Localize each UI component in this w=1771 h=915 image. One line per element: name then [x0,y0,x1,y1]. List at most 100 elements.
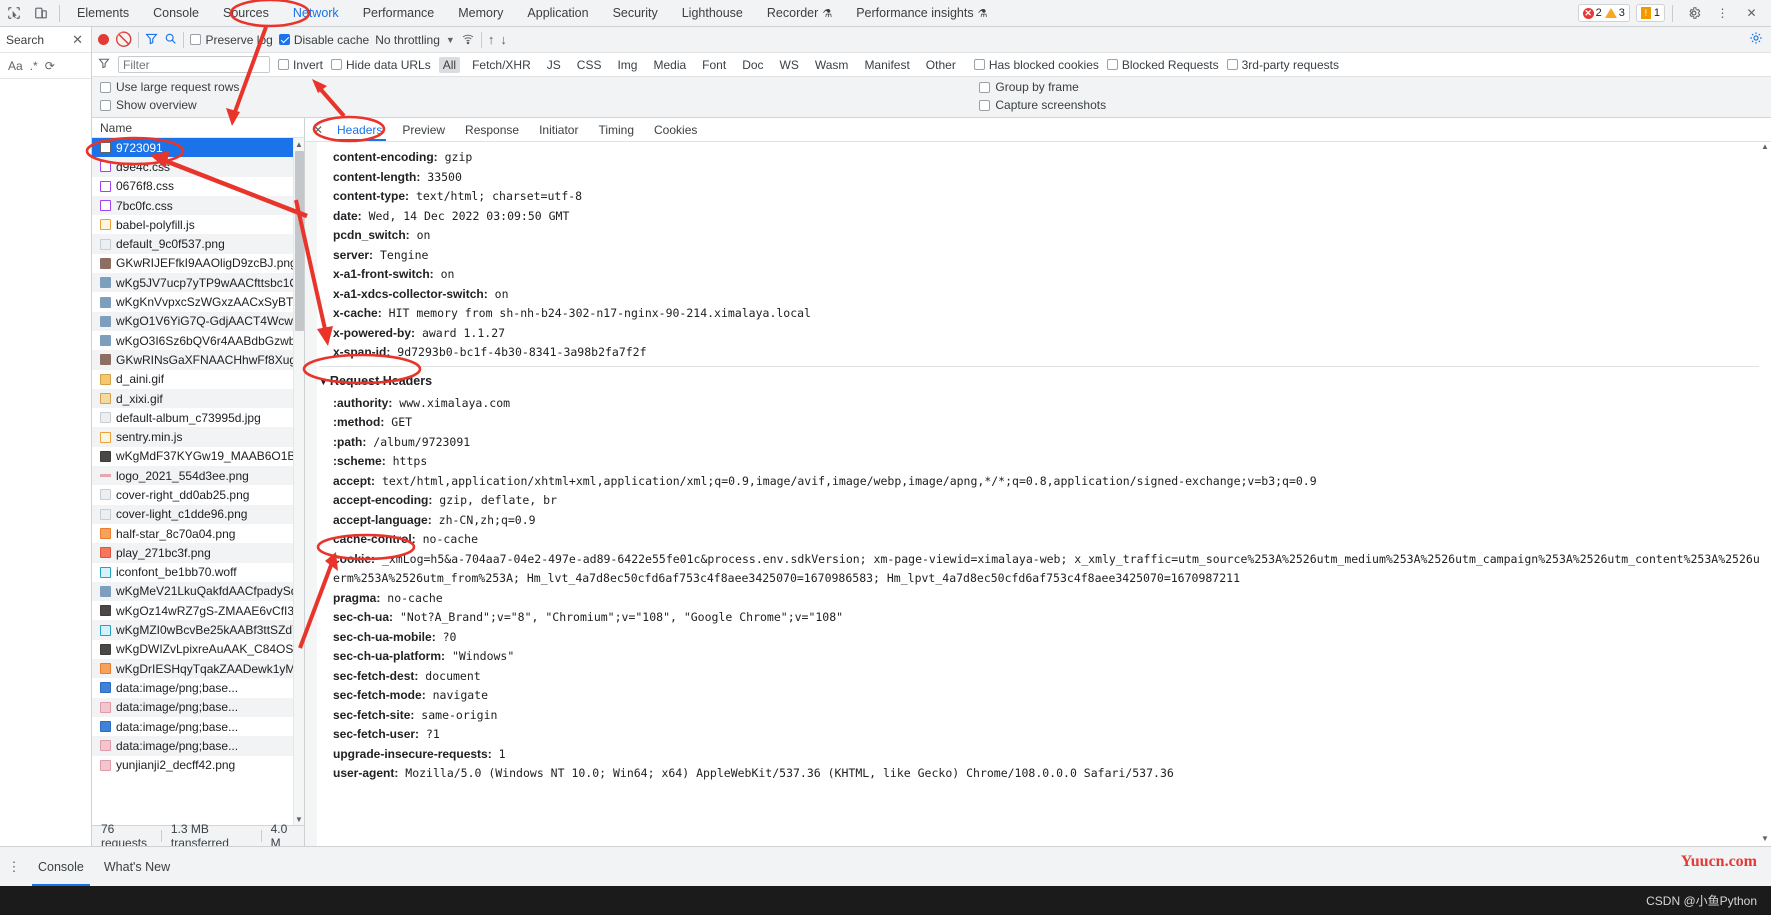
filter-funnel-icon[interactable] [98,57,110,72]
detail-tab-initiator[interactable]: Initiator [529,118,588,141]
detail-tab-headers[interactable]: Headers [327,118,392,141]
import-har-icon[interactable]: ↑ [488,32,495,47]
filter-type-manifest[interactable]: Manifest [860,57,913,73]
filter-type-js[interactable]: JS [543,57,565,73]
capture-screenshots-checkbox[interactable]: Capture screenshots [979,98,1106,112]
error-warning-counter[interactable]: ✕ 2 3 [1578,4,1630,22]
hide-data-urls-checkbox[interactable]: Hide data URLs [331,58,431,72]
record-button-icon[interactable] [98,34,109,45]
request-list-scrollbar[interactable]: ▲ ▼ [293,138,304,825]
tab-application[interactable]: Application [515,0,600,26]
search-icon[interactable] [164,32,177,48]
request-row[interactable]: data:image/png;base... [92,678,304,697]
kebab-menu-icon[interactable]: ⋮ [1709,0,1736,26]
request-row[interactable]: GKwRIJEFfkI9AAOligD9zcBJ.png!strip [92,254,304,273]
network-settings-gear-icon[interactable] [1749,31,1763,48]
request-row[interactable]: cover-right_dd0ab25.png [92,485,304,504]
detail-right-scrollbar[interactable]: ▲ ▼ [1759,142,1771,846]
disable-cache-checkbox[interactable]: Disable cache [279,33,369,47]
request-row[interactable]: iconfont_be1bb70.woff [92,563,304,582]
request-row[interactable]: d_aini.gif [92,370,304,389]
inspect-element-icon[interactable] [0,0,27,26]
request-row[interactable]: 0676f8.css [92,177,304,196]
request-row[interactable]: 7bc0fc.css [92,196,304,215]
filter-type-css[interactable]: CSS [573,57,606,73]
request-row[interactable]: wKgOz14wRZ7gS-ZMAAE6vCfI3XE34 [92,601,304,620]
request-row[interactable]: babel-polyfill.js [92,215,304,234]
export-har-icon[interactable]: ↓ [500,32,507,47]
request-row[interactable]: wKgO1V6YiG7Q-GdjAACT4Wcw6tc1. [92,312,304,331]
tab-performance-insights[interactable]: Performance insights ⚗ [844,0,999,26]
request-row[interactable]: default-album_c73995d.jpg [92,408,304,427]
tab-memory[interactable]: Memory [446,0,515,26]
detail-tab-timing[interactable]: Timing [588,118,644,141]
device-toolbar-icon[interactable] [27,0,54,26]
tab-network[interactable]: Network [281,0,351,26]
tab-sources[interactable]: Sources [211,0,281,26]
tab-elements[interactable]: Elements [65,0,141,26]
request-list[interactable]: 9723091d9e4c.css0676f8.css7bc0fc.cssbabe… [92,138,304,825]
request-row[interactable]: cover-light_c1dde96.png [92,505,304,524]
refresh-icon[interactable]: ⟳ [45,59,55,73]
request-row[interactable]: d9e4c.css [92,157,304,176]
request-row[interactable]: wKg5JV7ucp7yTP9wAACfttsbc1Q269 [92,273,304,292]
detail-tab-cookies[interactable]: Cookies [644,118,707,141]
filter-type-media[interactable]: Media [649,57,690,73]
tab-lighthouse[interactable]: Lighthouse [670,0,755,26]
invert-checkbox[interactable]: Invert [278,58,323,72]
filter-type-wasm[interactable]: Wasm [811,57,853,73]
detail-tab-response[interactable]: Response [455,118,529,141]
detail-scroll-up-icon[interactable]: ▲ [1759,142,1771,154]
headers-scroll-region[interactable]: content-encoding: gzipcontent-length: 33… [305,142,1771,846]
drawer-tab-whats-new[interactable]: What's New [94,847,180,886]
gear-icon[interactable] [1680,0,1707,26]
search-close-icon[interactable]: ✕ [72,32,83,48]
filter-type-doc[interactable]: Doc [738,57,767,73]
issues-counter[interactable]: ! 1 [1636,4,1665,22]
scroll-down-icon[interactable]: ▼ [294,813,304,825]
match-case-icon[interactable]: Aa [8,59,23,73]
request-row[interactable]: logo_2021_554d3ee.png [92,466,304,485]
filter-type-all[interactable]: All [439,57,460,73]
request-row[interactable]: half-star_8c70a04.png [92,524,304,543]
detail-tab-preview[interactable]: Preview [392,118,455,141]
request-row[interactable]: wKgDrIESHqyTqakZAADewk1yMt836 [92,659,304,678]
throttling-select[interactable]: No throttling [375,33,440,47]
drawer-menu-icon[interactable]: ⋮ [0,859,28,875]
network-conditions-icon[interactable] [461,32,475,48]
filter-type-fetch-xhr[interactable]: Fetch/XHR [468,57,535,73]
filter-type-ws[interactable]: WS [776,57,803,73]
chevron-down-icon[interactable]: ▼ [319,377,328,387]
request-row[interactable]: data:image/png;base... [92,736,304,755]
detail-close-icon[interactable]: ✕ [309,123,327,137]
request-row[interactable]: wKgMdF37KYGw19_MAAB6O1BjA-4. [92,447,304,466]
preserve-log-checkbox[interactable]: Preserve log [190,33,272,47]
request-row[interactable]: 9723091 [92,138,304,157]
tab-security[interactable]: Security [601,0,670,26]
request-row[interactable]: data:image/png;base... [92,717,304,736]
regex-icon[interactable]: .* [30,59,38,73]
request-row[interactable]: default_9c0f537.png [92,234,304,253]
request-row[interactable]: data:image/png;base... [92,698,304,717]
request-row[interactable]: wKgDWIZvLpixreAuAAK_C84OSqk03 [92,640,304,659]
filter-icon[interactable] [145,32,158,48]
clear-icon[interactable]: 🚫 [115,31,132,48]
request-row[interactable]: play_271bc3f.png [92,543,304,562]
request-row[interactable]: GKwRINsGaXFNAACHhwFf8Xug.jpg!s [92,350,304,369]
request-row[interactable]: yunjianji2_decff42.png [92,756,304,775]
request-row[interactable]: d_xixi.gif [92,389,304,408]
filter-type-font[interactable]: Font [698,57,730,73]
blocked-requests-checkbox[interactable]: Blocked Requests [1107,58,1219,72]
chevron-down-icon[interactable]: ▼ [446,35,455,45]
request-row[interactable]: wKgO3I6Sz6bQV6r4AABdbGzwbQA9 [92,331,304,350]
request-row[interactable]: wKgMeV21LkuQakfdAACfpadySdo50 [92,582,304,601]
third-party-requests-checkbox[interactable]: 3rd-party requests [1227,58,1339,72]
use-large-request-rows-checkbox[interactable]: Use large request rows [100,80,239,94]
filter-type-other[interactable]: Other [922,57,960,73]
request-row[interactable]: wKgKnVvpxcSzWGxzAACxSyBTKgs96 [92,292,304,311]
filter-type-img[interactable]: Img [613,57,641,73]
tab-console[interactable]: Console [141,0,211,26]
detail-scroll-down-icon[interactable]: ▼ [1759,834,1771,846]
request-row[interactable]: sentry.min.js [92,427,304,446]
filter-input[interactable] [118,56,270,73]
